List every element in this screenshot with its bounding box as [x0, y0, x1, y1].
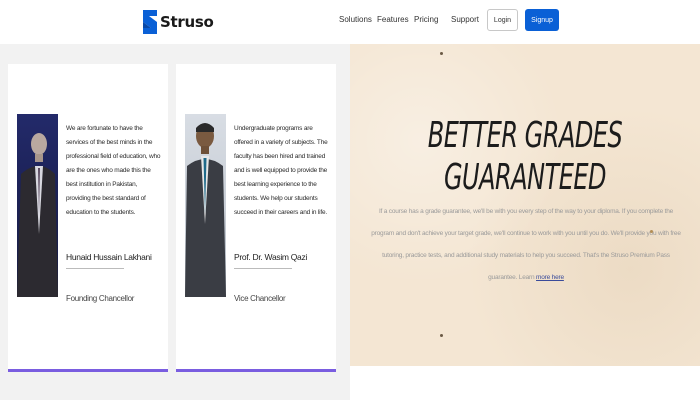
divider — [234, 268, 292, 269]
brand-name: Struso — [160, 13, 214, 31]
nav-solutions-link[interactable]: Solutions — [339, 15, 372, 24]
testimonial-card: Undergraduate programs are offered in a … — [176, 64, 336, 372]
testimonial-role: Vice Chancellor — [234, 294, 286, 303]
testimonial-role: Founding Chancellor — [66, 294, 135, 303]
testimonial-name: Prof. Dr. Wasim Qazi — [234, 252, 308, 262]
hero-body-text: If a course has a grade guarantee, we'll… — [371, 208, 681, 281]
divider — [66, 268, 124, 269]
nav-pricing-link[interactable]: Pricing — [414, 15, 438, 24]
login-button[interactable]: Login — [487, 9, 518, 31]
card-accent-bar — [176, 369, 336, 372]
guarantee-hero: BETTER GRADES GUARANTEED If a course has… — [350, 44, 700, 366]
decorative-dot — [440, 52, 443, 55]
decorative-dot — [440, 334, 443, 337]
brand-logo[interactable]: Struso — [141, 8, 214, 36]
nav-features-link[interactable]: Features — [377, 15, 409, 24]
learn-more-link[interactable]: more here — [536, 274, 564, 281]
testimonial-name: Hunaid Hussain Lakhani — [66, 252, 152, 262]
signup-button[interactable]: Signup — [525, 9, 559, 31]
decorative-dot — [650, 230, 653, 233]
testimonial-card: We are fortunate to have the services of… — [8, 64, 168, 372]
hero-title: BETTER GRADES GUARANTEED — [427, 114, 623, 198]
person-portrait-icon — [17, 133, 58, 297]
testimonials-section: We are fortunate to have the services of… — [0, 44, 350, 400]
hero-description: If a course has a grade guarantee, we'll… — [370, 201, 682, 289]
chancellor-photo — [17, 114, 58, 297]
top-navbar: Struso Solutions Features Pricing Suppor… — [0, 0, 700, 44]
testimonial-quote: We are fortunate to have the services of… — [66, 125, 161, 216]
testimonial-quote: Undergraduate programs are offered in a … — [234, 125, 328, 216]
page-background — [350, 366, 700, 400]
vice-chancellor-photo — [185, 114, 226, 297]
nav-support-link[interactable]: Support — [451, 15, 479, 24]
struso-logo-icon — [143, 10, 157, 34]
person-portrait-icon — [185, 123, 226, 297]
card-accent-bar — [8, 369, 168, 372]
